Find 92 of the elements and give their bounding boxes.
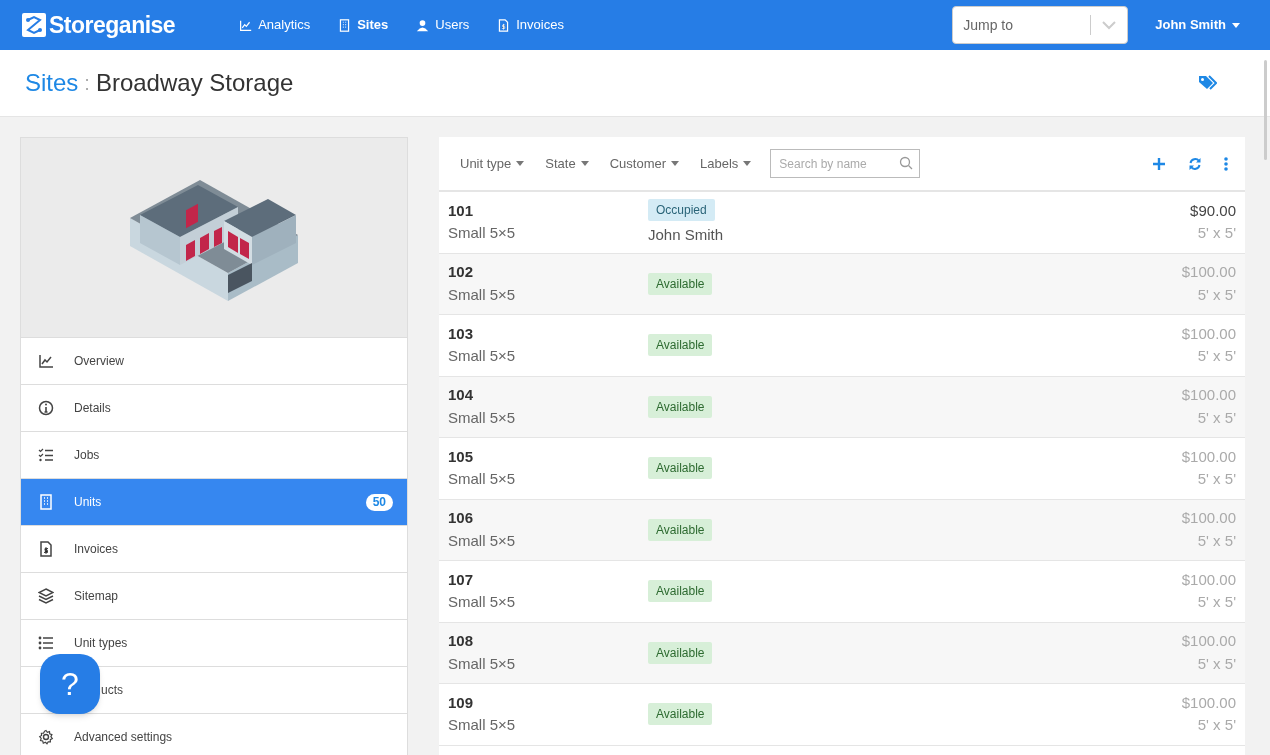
breadcrumb-link[interactable]: Sites	[25, 65, 79, 101]
unit-price: $100.00	[1181, 323, 1236, 344]
caret-icon	[743, 161, 752, 166]
unit-number: 107	[448, 569, 475, 590]
unit-row[interactable]: 106 Small 5×5 Available $100.00 5' x 5'	[439, 499, 1245, 561]
customer-name: John Smith	[648, 224, 724, 245]
unit-type: Small 5×5	[448, 653, 517, 674]
unit-size: 5' x 5'	[1197, 407, 1236, 428]
status-label: Available	[648, 457, 713, 480]
unit-size: 5' x 5'	[1197, 346, 1236, 367]
unit-number: 104	[448, 385, 475, 406]
unit-size: 5' x 5'	[1197, 715, 1236, 736]
unit-type: Small 5×5	[448, 530, 517, 551]
unit-price: $100.00	[1181, 508, 1236, 529]
unit-price: $100.00	[1181, 569, 1236, 590]
filter-dropdown[interactable]: Labels	[700, 153, 752, 174]
unit-type: Small 5×5	[448, 715, 517, 736]
chart-icon	[239, 18, 253, 32]
nav-link[interactable]: Analytics	[239, 15, 311, 35]
unit-type: Small 5×5	[448, 223, 517, 244]
tags-icon[interactable]	[1198, 75, 1217, 91]
jump-to-select[interactable]: Jump to	[952, 6, 1129, 44]
unit-number: 108	[448, 631, 475, 652]
unit-number: 106	[448, 508, 475, 529]
unit-type: Small 5×5	[448, 284, 517, 305]
caret-icon	[516, 161, 525, 166]
unit-price: $90.00	[1190, 200, 1236, 221]
unit-price: $100.00	[1181, 262, 1236, 283]
unit-number: 109	[448, 692, 475, 713]
status-label: Available	[648, 641, 713, 664]
chart-icon	[38, 353, 54, 369]
unit-price: $100.00	[1181, 631, 1236, 652]
unit-price: $100.00	[1181, 692, 1236, 713]
help-button[interactable]: ?	[40, 654, 100, 714]
breadcrumb-separator: :	[84, 71, 90, 96]
invoice-icon	[497, 18, 511, 32]
unit-row[interactable]: 104 Small 5×5 Available $100.00 5' x 5'	[439, 376, 1245, 438]
unit-type: Small 5×5	[448, 592, 517, 613]
building-icon	[38, 494, 54, 510]
status-label: Available	[648, 334, 713, 357]
user-icon	[416, 18, 430, 32]
status-label: Available	[648, 272, 713, 295]
more-icon[interactable]	[1224, 156, 1228, 171]
invoice-icon	[38, 541, 54, 557]
logo-icon	[22, 13, 46, 37]
unit-row[interactable]: 102 Small 5×5 Available $100.00 5' x 5'	[439, 253, 1245, 315]
nav-link[interactable]: Sites	[338, 15, 389, 35]
search-field[interactable]: Search by name	[770, 149, 921, 178]
chevron-down-icon	[1101, 20, 1118, 30]
add-icon[interactable]	[1152, 156, 1166, 171]
unit-number: 101	[448, 200, 475, 221]
status-label: Available	[648, 395, 713, 418]
caret-icon	[580, 161, 589, 166]
unit-number: 105	[448, 446, 475, 467]
caret-icon	[1232, 22, 1240, 28]
unit-size: 5' x 5'	[1197, 223, 1236, 244]
refresh-icon[interactable]	[1188, 156, 1202, 171]
unit-number: 102	[448, 262, 475, 283]
unit-size: 5' x 5'	[1197, 592, 1236, 613]
user-menu[interactable]: John Smith	[1155, 15, 1240, 35]
page-title: Broadway Storage	[95, 68, 294, 98]
list-icon	[38, 635, 54, 651]
nav-link[interactable]: Invoices	[497, 15, 564, 35]
sidebar-item[interactable]: Units 50	[21, 479, 407, 526]
status-label: Occupied	[648, 198, 715, 221]
unit-price: $100.00	[1181, 446, 1236, 467]
unit-type: Small 5×5	[448, 469, 517, 490]
unit-type: Small 5×5	[448, 407, 517, 428]
search-icon	[899, 156, 914, 170]
info-icon	[38, 400, 54, 416]
nav-link[interactable]: Users	[416, 15, 470, 35]
layers-icon	[38, 588, 54, 604]
unit-size: 5' x 5'	[1197, 469, 1236, 490]
status-label: Available	[648, 580, 713, 603]
building-icon	[338, 18, 352, 32]
brand-name[interactable]: Storeganise	[49, 7, 176, 43]
status-label: Available	[648, 518, 713, 541]
unit-size: 5' x 5'	[1197, 284, 1236, 305]
filter-dropdown[interactable]: Customer	[609, 153, 680, 174]
settings-icon	[38, 729, 54, 745]
unit-size: 5' x 5'	[1197, 530, 1236, 551]
checklist-icon	[38, 447, 54, 463]
filter-dropdown[interactable]: Unit type	[460, 153, 525, 174]
count-badge: 50	[365, 493, 393, 511]
unit-size: 5' x 5'	[1197, 653, 1236, 674]
unit-row[interactable]: 108 Small 5×5 Available $100.00 5' x 5'	[439, 622, 1245, 684]
status-label: Available	[648, 703, 713, 726]
filter-dropdown[interactable]: State	[545, 153, 589, 174]
unit-number: 103	[448, 323, 475, 344]
unit-price: $100.00	[1181, 385, 1236, 406]
caret-icon	[671, 161, 680, 166]
unit-type: Small 5×5	[448, 346, 517, 367]
